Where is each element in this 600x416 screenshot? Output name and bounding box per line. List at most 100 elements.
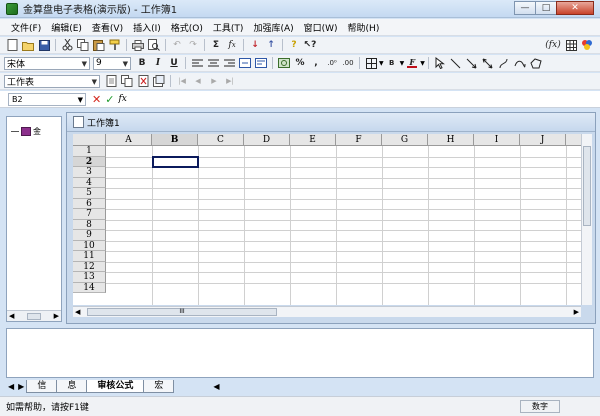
fill-color-icon[interactable]: B — [385, 56, 399, 70]
save-icon[interactable] — [37, 38, 51, 52]
vertical-scrollbar[interactable] — [581, 134, 592, 305]
row-header-1[interactable]: 1 — [73, 146, 106, 157]
function-icon[interactable]: fx — [225, 38, 239, 52]
row-header-14[interactable]: 14 — [73, 282, 106, 293]
wrap-text-icon[interactable] — [254, 56, 268, 70]
scroll-thumb[interactable] — [27, 312, 41, 320]
format-painter-icon[interactable] — [108, 38, 122, 52]
tab-next-icon[interactable]: ▶ — [18, 382, 24, 391]
column-header-b[interactable]: B — [152, 134, 198, 146]
tab-audit-formula[interactable]: 审核公式 — [86, 379, 145, 393]
autosum-icon[interactable]: Σ — [209, 38, 223, 52]
sort-descending-icon[interactable]: ↑ — [264, 38, 278, 52]
align-right-icon[interactable] — [222, 56, 236, 70]
chevron-down-icon[interactable]: ▼ — [400, 60, 405, 67]
tree-root-node[interactable]: 金 — [11, 126, 41, 137]
sheet-new-icon[interactable] — [104, 74, 118, 88]
column-header-a[interactable]: A — [106, 134, 152, 146]
font-size-select[interactable]: 9 ▼ — [93, 56, 131, 70]
copy-icon[interactable] — [76, 38, 90, 52]
undo-icon[interactable]: ↶ — [170, 38, 184, 52]
scroll-left-icon[interactable]: ◀ — [9, 312, 14, 320]
arrow-tool-icon[interactable] — [465, 56, 479, 70]
tab-info-2[interactable]: 息 — [56, 379, 88, 393]
row-header-5[interactable]: 5 — [73, 188, 106, 199]
active-cell-b2[interactable] — [152, 156, 199, 168]
pointer-icon[interactable] — [433, 56, 447, 70]
first-sheet-icon[interactable]: |◀ — [175, 74, 189, 88]
row-header-12[interactable]: 12 — [73, 261, 106, 272]
menu-help[interactable]: 帮助(H) — [343, 21, 385, 34]
formula-view-icon[interactable]: (fx) — [544, 38, 562, 52]
borders-icon[interactable] — [364, 56, 378, 70]
sheet-properties-icon[interactable] — [152, 74, 166, 88]
curve-tool-icon[interactable] — [497, 56, 511, 70]
align-left-icon[interactable] — [190, 56, 204, 70]
menu-format[interactable]: 格式(O) — [166, 21, 208, 34]
minimize-button[interactable]: — — [514, 1, 536, 15]
italic-button[interactable]: I — [151, 56, 165, 70]
row-header-11[interactable]: 11 — [73, 251, 106, 262]
redo-icon[interactable]: ↷ — [186, 38, 200, 52]
underline-button[interactable]: U — [167, 56, 181, 70]
cancel-icon[interactable]: ✕ — [92, 93, 101, 106]
horizontal-scroll-thumb[interactable]: III — [87, 308, 277, 316]
sheet-select[interactable]: 工作表 ▼ — [4, 74, 100, 88]
menu-window[interactable]: 窗口(W) — [299, 21, 343, 34]
confirm-icon[interactable]: ✓ — [105, 93, 114, 106]
percent-button[interactable]: % — [293, 56, 307, 70]
font-name-select[interactable]: 宋体 ▼ — [4, 56, 90, 70]
merge-center-icon[interactable] — [238, 56, 252, 70]
comma-button[interactable]: , — [309, 56, 323, 70]
menu-addins[interactable]: 加强库(A) — [248, 21, 298, 34]
row-header-6[interactable]: 6 — [73, 198, 106, 209]
spreadsheet-grid[interactable]: A B C D E F G H I J 1 2 3 4 5 6 7 8 9 10… — [73, 134, 581, 305]
insert-function-icon[interactable]: fx — [118, 94, 126, 104]
column-header-c[interactable]: C — [198, 134, 244, 146]
column-header-d[interactable]: D — [244, 134, 290, 146]
next-sheet-icon[interactable]: ▶ — [207, 74, 221, 88]
print-preview-icon[interactable] — [147, 38, 161, 52]
horizontal-scrollbar[interactable]: ◀ III ▶ — [73, 306, 581, 317]
shape-tool-icon[interactable] — [529, 56, 543, 70]
currency-icon[interactable] — [277, 56, 291, 70]
open-folder-icon[interactable] — [21, 38, 35, 52]
tree-horizontal-scrollbar[interactable]: ◀ ▶ — [7, 310, 61, 321]
cut-icon[interactable] — [60, 38, 74, 52]
tab-info-1[interactable]: 信 — [26, 379, 58, 393]
line-tool-icon[interactable] — [449, 56, 463, 70]
bold-button[interactable]: B — [135, 56, 149, 70]
double-arrow-tool-icon[interactable] — [481, 56, 495, 70]
row-header-4[interactable]: 4 — [73, 177, 106, 188]
sheet-delete-icon[interactable] — [136, 74, 150, 88]
grid-icon[interactable] — [564, 38, 578, 52]
menu-edit[interactable]: 编辑(E) — [46, 21, 87, 34]
help-icon[interactable]: ? — [287, 38, 301, 52]
column-header-j[interactable]: J — [520, 134, 566, 146]
row-header-2[interactable]: 2 — [73, 156, 106, 167]
print-icon[interactable] — [131, 38, 145, 52]
chevron-down-icon[interactable]: ▼ — [379, 60, 384, 67]
menu-file[interactable]: 文件(F) — [6, 21, 46, 34]
last-sheet-icon[interactable]: ▶| — [223, 74, 237, 88]
vertical-scroll-thumb[interactable] — [583, 146, 591, 226]
close-button[interactable]: ✕ — [556, 1, 594, 15]
context-help-icon[interactable]: ↖? — [303, 38, 317, 52]
scroll-right-icon[interactable]: ▶ — [574, 308, 579, 316]
column-header-g[interactable]: G — [382, 134, 428, 146]
decrease-decimal-icon[interactable]: .00 — [341, 56, 355, 70]
align-center-icon[interactable] — [206, 56, 220, 70]
menu-view[interactable]: 查看(V) — [87, 21, 128, 34]
row-header-10[interactable]: 10 — [73, 240, 106, 251]
new-file-icon[interactable] — [5, 38, 19, 52]
font-color-icon[interactable]: F — [405, 56, 419, 70]
maximize-button[interactable]: □ — [535, 1, 557, 15]
menu-tools[interactable]: 工具(T) — [208, 21, 249, 34]
column-header-partial[interactable] — [566, 134, 581, 146]
chevron-down-icon[interactable]: ▼ — [420, 60, 425, 67]
color-palette-icon[interactable] — [580, 38, 594, 52]
menu-insert[interactable]: 插入(I) — [128, 21, 166, 34]
column-header-h[interactable]: H — [428, 134, 474, 146]
column-header-i[interactable]: I — [474, 134, 520, 146]
scroll-right-icon[interactable]: ▶ — [54, 312, 59, 320]
